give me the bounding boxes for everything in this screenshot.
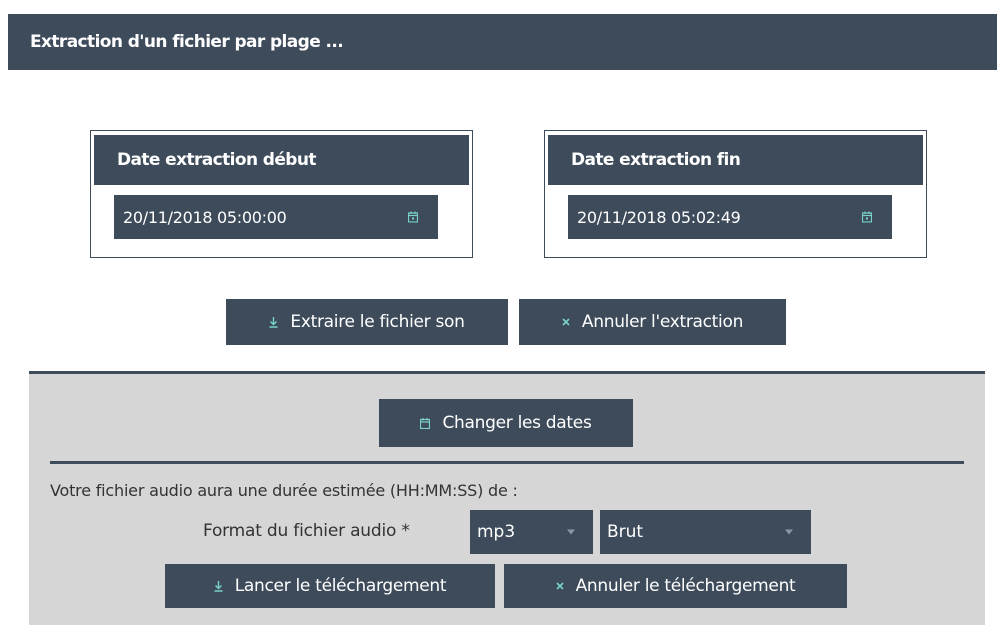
start-date-header: Date extraction début: [94, 135, 469, 185]
start-download-button[interactable]: Lancer le téléchargement: [165, 564, 495, 608]
calendar-icon: [420, 417, 431, 429]
chevron-down-icon: [785, 529, 793, 535]
start-date-input[interactable]: 20/11/2018 05:00:00: [114, 195, 438, 239]
download-icon: [214, 580, 223, 592]
extract-sound-file-label: Extraire le fichier son: [290, 312, 465, 332]
download-icon: [269, 316, 278, 328]
cancel-extraction-label: Annuler l'extraction: [581, 312, 744, 332]
audio-quality-value: Brut: [607, 522, 644, 542]
inner-divider: [50, 461, 964, 464]
calendar-icon[interactable]: [862, 211, 872, 223]
audio-format-label-text: Format du fichier audio: [203, 521, 397, 541]
end-date-value: 20/11/2018 05:02:49: [577, 207, 741, 227]
start-download-label: Lancer le téléchargement: [234, 576, 447, 596]
required-mark: *: [401, 521, 410, 541]
start-date-label: Date extraction début: [117, 150, 316, 170]
end-date-input[interactable]: 20/11/2018 05:02:49: [568, 195, 892, 239]
audio-format-label: Format du fichier audio *: [203, 521, 410, 545]
change-dates-label: Changer les dates: [442, 413, 592, 433]
page-header: Extraction d'un fichier par plage ...: [8, 14, 997, 70]
end-date-header: Date extraction fin: [548, 135, 923, 185]
start-date-value: 20/11/2018 05:00:00: [123, 207, 287, 227]
extract-sound-file-button[interactable]: Extraire le fichier son: [226, 299, 508, 345]
audio-format-value: mp3: [477, 522, 516, 542]
end-date-panel: Date extraction fin 20/11/2018 05:02:49: [544, 130, 927, 258]
chevron-down-icon: [567, 529, 575, 535]
calendar-icon[interactable]: [408, 211, 418, 223]
cancel-extraction-button[interactable]: Annuler l'extraction: [519, 299, 786, 345]
audio-quality-select[interactable]: Brut: [600, 510, 811, 554]
cancel-download-label: Annuler le téléchargement: [575, 576, 796, 596]
close-icon: [555, 582, 564, 590]
start-date-panel: Date extraction début 20/11/2018 05:00:0…: [90, 130, 473, 258]
close-icon: [562, 318, 570, 326]
estimated-duration-text: Votre fichier audio aura une durée estim…: [50, 481, 518, 500]
audio-format-select[interactable]: mp3: [470, 510, 593, 554]
cancel-download-button[interactable]: Annuler le téléchargement: [504, 564, 847, 608]
end-date-label: Date extraction fin: [571, 150, 741, 170]
page-title: Extraction d'un fichier par plage ...: [30, 32, 344, 52]
change-dates-button[interactable]: Changer les dates: [379, 399, 633, 447]
